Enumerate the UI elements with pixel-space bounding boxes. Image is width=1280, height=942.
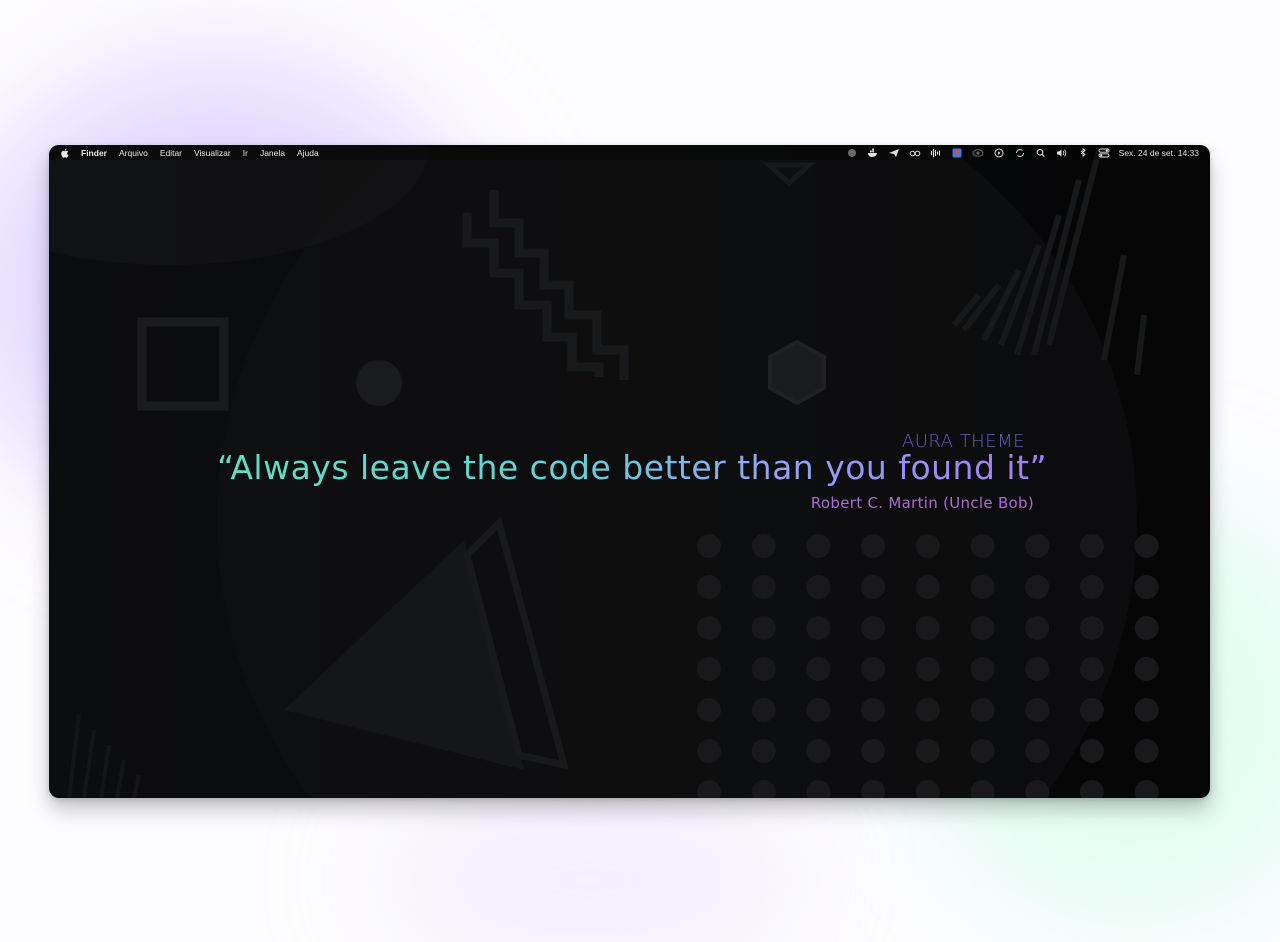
menu-item-visualizar[interactable]: Visualizar <box>194 148 231 158</box>
audio-waveform-icon[interactable] <box>930 148 942 158</box>
apple-logo-icon[interactable] <box>60 148 69 158</box>
menu-bar: Finder Arquivo Editar Visualizar Ir Jane… <box>49 145 1210 160</box>
menu-item-ir[interactable]: Ir <box>243 148 248 158</box>
record-icon[interactable] <box>846 148 858 158</box>
control-center-icon[interactable] <box>1098 148 1110 158</box>
menu-item-arquivo[interactable]: Arquivo <box>119 148 148 158</box>
page: Finder Arquivo Editar Visualizar Ir Jane… <box>0 0 1280 942</box>
creative-cloud-icon[interactable] <box>972 148 984 158</box>
bluetooth-icon[interactable] <box>1077 147 1089 158</box>
search-icon[interactable] <box>1035 148 1047 158</box>
sync-icon[interactable] <box>1014 148 1026 158</box>
menu-app-name[interactable]: Finder <box>81 148 107 158</box>
menu-bar-clock[interactable]: Sex. 24 de set. 14:33 <box>1119 148 1199 158</box>
wallpaper-quote-block: AURA THEME “Always leave the code better… <box>49 145 1210 798</box>
paper-plane-icon[interactable] <box>888 148 900 158</box>
menu-bar-left: Finder Arquivo Editar Visualizar Ir Jane… <box>49 145 319 160</box>
quote-author: Robert C. Martin (Uncle Bob) <box>810 494 1034 512</box>
play-icon[interactable] <box>993 148 1005 158</box>
app-badge-icon[interactable] <box>951 148 963 158</box>
menu-item-ajuda[interactable]: Ajuda <box>297 148 319 158</box>
desktop-screen: Finder Arquivo Editar Visualizar Ir Jane… <box>49 145 1210 798</box>
volume-icon[interactable] <box>1056 148 1068 158</box>
glasses-icon[interactable] <box>909 148 921 158</box>
docker-icon[interactable] <box>867 148 879 158</box>
menu-bar-status-area: Sex. 24 de set. 14:33 <box>846 145 1199 160</box>
background-glow-purple-bottom <box>380 800 800 942</box>
quote-text: “Always leave the code better than you f… <box>217 448 1048 487</box>
menu-item-janela[interactable]: Janela <box>260 148 285 158</box>
menu-item-editar[interactable]: Editar <box>160 148 182 158</box>
